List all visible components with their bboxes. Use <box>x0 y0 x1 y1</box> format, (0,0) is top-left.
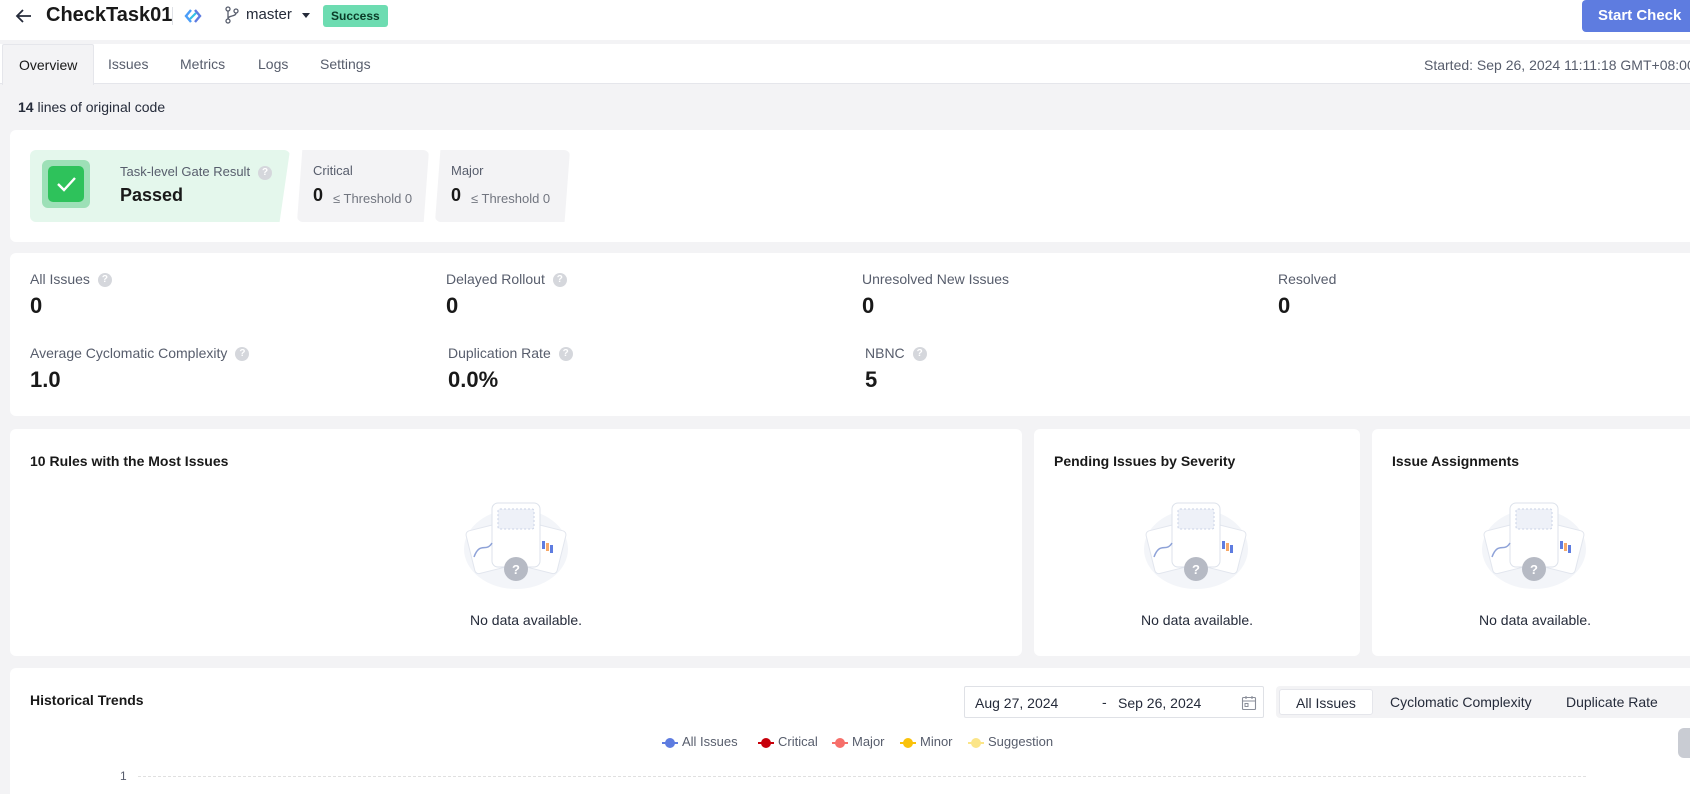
chart-grid-line <box>138 776 1586 777</box>
panel-title: Issue Assignments <box>1392 453 1520 469</box>
gate-label: Task-level Gate Result? <box>120 164 273 180</box>
date-range-picker[interactable]: Aug 27, 2024 - Sep 26, 2024 <box>964 686 1264 718</box>
start-check-button[interactable]: Start Check <box>1582 0 1690 32</box>
help-icon[interactable]: ? <box>552 273 567 288</box>
tab-issues[interactable]: Issues <box>108 44 148 84</box>
empty-message: No data available. <box>470 612 583 628</box>
legend-marker-icon <box>662 737 678 749</box>
lines-label: lines of original code <box>37 99 166 115</box>
svg-text:?: ? <box>512 562 520 577</box>
threshold-label: Critical <box>313 163 353 178</box>
status-badge: Success <box>323 5 388 27</box>
back-arrow-icon[interactable] <box>14 6 34 26</box>
threshold-condition: ≤ Threshold 0 <box>471 191 551 206</box>
tab-logs[interactable]: Logs <box>258 44 288 84</box>
y-axis-tick: 1 <box>120 769 127 783</box>
top-rules-panel: 10 Rules with the Most Issues ? No data … <box>10 429 1022 656</box>
legend-item-suggestion[interactable]: Suggestion <box>968 734 1053 749</box>
empty-data-illustration-icon: ? <box>1482 502 1586 589</box>
empty-message: No data available. <box>1479 612 1592 628</box>
segment-duplicate-rate[interactable]: Duplicate Rate <box>1566 689 1658 715</box>
tab-metrics[interactable]: Metrics <box>180 44 225 84</box>
empty-data-illustration-icon: ? <box>1144 502 1248 589</box>
help-icon[interactable]: ? <box>558 347 573 362</box>
panel-title: 10 Rules with the Most Issues <box>30 453 229 469</box>
historical-trends-card: Historical Trends Aug 27, 2024 - Sep 26,… <box>10 668 1690 794</box>
help-icon[interactable]: ? <box>235 347 250 362</box>
gate-pass-block: Task-level Gate Result? Passed <box>30 150 290 222</box>
segment-cyclomatic-complexity[interactable]: Cyclomatic Complexity <box>1390 689 1532 715</box>
metric-all-issues: All Issues? 0 <box>30 271 112 319</box>
gate-result-card: Task-level Gate Result? Passed Critical … <box>10 130 1690 242</box>
tab-overview[interactable]: Overview <box>2 44 95 85</box>
branch-selector[interactable]: master <box>246 6 292 23</box>
panel-title: Pending Issues by Severity <box>1054 453 1236 469</box>
empty-message: No data available. <box>1141 612 1254 628</box>
help-icon[interactable]: ? <box>912 347 927 362</box>
segment-all-issues[interactable]: All Issues <box>1279 689 1373 715</box>
trend-metric-toggle: All Issues Cyclomatic Complexity Duplica… <box>1276 686 1690 718</box>
gate-result-value: Passed <box>120 185 184 205</box>
svg-text:?: ? <box>1192 562 1200 577</box>
issue-assignments-panel: Issue Assignments ? No data available. <box>1372 429 1690 656</box>
threshold-condition: ≤ Threshold 0 <box>333 191 413 206</box>
legend-item-all-issues[interactable]: All Issues <box>662 734 738 749</box>
codecheck-logo-icon <box>184 9 202 23</box>
chevron-down-icon[interactable] <box>301 12 311 20</box>
date-end[interactable]: Sep 26, 2024 <box>1118 695 1201 711</box>
branch-icon <box>225 6 239 24</box>
threshold-critical: Critical 0 ≤ Threshold 0 <box>297 150 429 222</box>
metric-nbnc: NBNC? 5 <box>865 345 927 393</box>
metric-duplication-rate: Duplication Rate? 0.0% <box>448 345 573 393</box>
date-start[interactable]: Aug 27, 2024 <box>975 695 1058 711</box>
page-header: CheckTask01 master Success Start Check <box>0 0 1690 40</box>
lines-count: 14 <box>18 99 34 115</box>
header-divider <box>172 7 173 25</box>
pending-by-severity-panel: Pending Issues by Severity ? No data ava… <box>1034 429 1360 656</box>
empty-data-illustration-icon: ? <box>464 502 568 589</box>
tab-bar: Overview Issues Metrics Logs Settings St… <box>0 44 1690 85</box>
panel-title: Historical Trends <box>30 692 144 708</box>
legend-item-critical[interactable]: Critical <box>758 734 818 749</box>
help-icon[interactable]: ? <box>97 273 112 288</box>
date-separator: - <box>1102 694 1107 710</box>
legend-marker-icon <box>968 737 984 749</box>
threshold-major: Major 0 ≤ Threshold 0 <box>435 150 570 222</box>
started-time: Started: Sep 26, 2024 11:11:18 GMT+08:00 <box>1424 57 1690 73</box>
legend-item-minor[interactable]: Minor <box>900 734 953 749</box>
legend-marker-icon <box>900 737 916 749</box>
metric-resolved: Resolved 0 <box>1278 271 1337 318</box>
check-icon <box>57 177 76 192</box>
threshold-label: Major <box>451 163 484 178</box>
task-title: CheckTask01 <box>46 4 173 26</box>
legend-marker-icon <box>758 737 774 749</box>
gate-check-badge <box>42 160 90 208</box>
calendar-icon[interactable] <box>1241 695 1257 711</box>
metrics-card: All Issues? 0 Delayed Rollout? 0 Unresol… <box>10 253 1690 416</box>
threshold-value: 0 <box>313 185 324 205</box>
legend-marker-icon <box>832 737 848 749</box>
metric-unresolved-new-issues: Unresolved New Issues 0 <box>862 271 1010 318</box>
metric-delayed-rollout: Delayed Rollout? 0 <box>446 271 567 319</box>
lines-of-code: 14 lines of original code <box>18 99 165 115</box>
metric-avg-cyclomatic-complexity: Average Cyclomatic Complexity? 1.0 <box>30 345 250 393</box>
legend-item-major[interactable]: Major <box>832 734 885 749</box>
tab-settings[interactable]: Settings <box>320 44 371 84</box>
side-scroll-handle[interactable] <box>1678 728 1690 758</box>
svg-text:?: ? <box>1530 562 1538 577</box>
help-icon[interactable]: ? <box>258 165 273 180</box>
threshold-value: 0 <box>451 185 462 205</box>
